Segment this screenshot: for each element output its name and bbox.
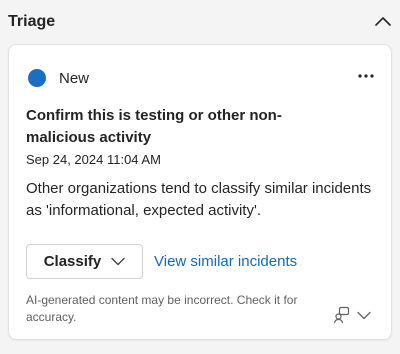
classify-label: Classify — [43, 253, 102, 270]
chevron-down-icon — [357, 311, 371, 319]
triage-card: New Confirm this is testing or other non… — [8, 44, 392, 340]
status-dot-icon — [28, 69, 46, 87]
more-horizontal-icon — [358, 74, 374, 78]
view-similar-incidents-link[interactable]: View similar incidents — [154, 253, 297, 270]
feedback-button[interactable] — [333, 304, 371, 326]
feedback-icon — [333, 306, 350, 324]
triage-section-header: Triage — [0, 0, 400, 44]
timestamp: Sep 24, 2024 11:04 AM — [26, 152, 161, 167]
section-title: Triage — [8, 13, 56, 30]
ai-disclaimer: AI-generated content may be incorrect. C… — [26, 293, 298, 324]
status-label: New — [59, 69, 90, 87]
recommendation-headline: Confirm this is testing or other non-mal… — [26, 107, 282, 146]
chevron-down-icon — [111, 257, 125, 266]
status-row: New — [28, 67, 89, 89]
collapse-button[interactable] — [372, 10, 394, 32]
more-options-button[interactable] — [355, 65, 377, 87]
classify-button[interactable]: Classify — [26, 244, 143, 279]
chevron-up-icon — [375, 17, 391, 26]
recommendation-description: Other organizations tend to classify sim… — [26, 180, 372, 219]
